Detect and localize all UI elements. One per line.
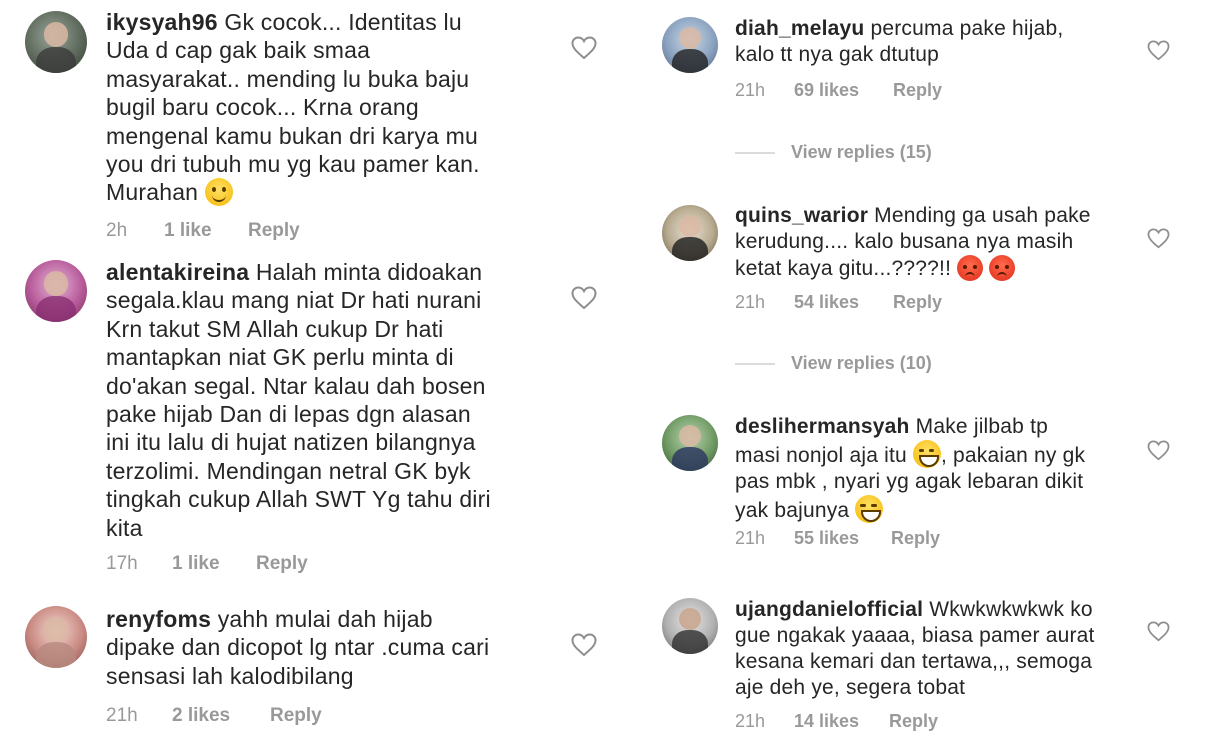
comment-meta: 21h 2 likes Reply	[106, 705, 322, 727]
likes-count[interactable]: 1 like	[172, 553, 256, 575]
angry-face-emoji-icon	[957, 255, 984, 281]
like-heart-icon[interactable]	[571, 286, 597, 310]
comment-text: ikysyah96 Gk cocok... Identitas lu Uda d…	[106, 8, 576, 207]
likes-count[interactable]: 2 likes	[172, 705, 270, 727]
timestamp[interactable]: 21h	[735, 80, 794, 101]
likes-count[interactable]: 55 likes	[794, 528, 891, 549]
avatar[interactable]	[25, 260, 87, 322]
reply-button[interactable]: Reply	[889, 711, 938, 732]
avatar[interactable]	[662, 17, 718, 73]
comment-meta: 21h 54 likes Reply	[735, 292, 942, 313]
likes-count[interactable]: 54 likes	[794, 292, 893, 313]
reply-button[interactable]: Reply	[270, 705, 322, 727]
username[interactable]: ikysyah96	[106, 9, 218, 35]
view-replies-button[interactable]: View replies (10)	[735, 353, 932, 374]
avatar-body	[672, 49, 708, 73]
comment-meta: 21h 69 likes Reply	[735, 80, 942, 101]
comment-meta: 21h 55 likes Reply	[735, 528, 940, 549]
comment-text: deslihermansyah Make jilbab tp masi nonj…	[735, 414, 1145, 524]
replies-divider	[735, 152, 775, 155]
comment-text: quins_warior Mending ga usah pake kerudu…	[735, 203, 1145, 282]
timestamp[interactable]: 21h	[106, 705, 172, 727]
avatar-face	[678, 215, 702, 238]
grinning-sweat-face-emoji-icon	[912, 440, 941, 468]
smiling-face-emoji-icon	[204, 178, 233, 207]
view-replies-label[interactable]: View replies (10)	[791, 353, 932, 373]
username[interactable]: quins_warior	[735, 204, 868, 227]
avatar[interactable]	[662, 598, 718, 654]
avatar-face	[678, 425, 702, 448]
avatar-body	[36, 641, 76, 668]
likes-count[interactable]: 14 likes	[794, 711, 889, 732]
username[interactable]: deslihermansyah	[735, 415, 910, 438]
avatar-face	[43, 22, 69, 47]
username[interactable]: diah_melayu	[735, 17, 864, 40]
avatar-face	[43, 271, 69, 296]
likes-count[interactable]: 69 likes	[794, 80, 893, 101]
comment-text: renyfoms yahh mulai dah hijab dipake dan…	[106, 605, 576, 690]
avatar-body	[36, 295, 76, 322]
avatar[interactable]	[25, 606, 87, 668]
reply-button[interactable]: Reply	[893, 80, 942, 101]
comment-body: Gk cocok... Identitas lu Uda d cap gak b…	[106, 9, 480, 206]
like-heart-icon[interactable]	[1147, 440, 1170, 461]
reply-button[interactable]: Reply	[891, 528, 940, 549]
replies-divider	[735, 363, 775, 366]
like-heart-icon[interactable]	[1147, 621, 1170, 642]
avatar[interactable]	[662, 205, 718, 261]
like-heart-icon[interactable]	[571, 633, 597, 657]
avatar[interactable]	[662, 415, 718, 471]
comment-text: ujangdanielofficial Wkwkwkwkwk ko gue ng…	[735, 597, 1145, 701]
like-heart-icon[interactable]	[1147, 228, 1170, 249]
timestamp[interactable]: 21h	[735, 528, 794, 549]
reply-button[interactable]: Reply	[893, 292, 942, 313]
avatar-face	[43, 617, 69, 642]
comment-text: diah_melayu percuma pake hijab, kalo tt …	[735, 16, 1145, 68]
comment-body: Halah minta didoakan segala.klau mang ni…	[106, 259, 491, 541]
timestamp[interactable]: 17h	[106, 553, 172, 575]
view-replies-label[interactable]: View replies (15)	[791, 142, 932, 162]
comment-meta: 2h 1 like Reply	[106, 220, 300, 242]
tears-of-joy-face-emoji-icon	[855, 495, 884, 523]
timestamp[interactable]: 21h	[735, 711, 794, 732]
likes-count[interactable]: 1 like	[164, 220, 248, 242]
avatar-body	[672, 630, 708, 654]
like-heart-icon[interactable]	[571, 36, 597, 60]
avatar-face	[678, 27, 702, 50]
avatar-body	[672, 447, 708, 471]
reply-button[interactable]: Reply	[256, 553, 308, 575]
avatar-body	[672, 237, 708, 261]
timestamp[interactable]: 2h	[106, 220, 164, 242]
comment-meta: 21h 14 likes Reply	[735, 711, 938, 732]
comment-text: alentakireina Halah minta didoakan segal…	[106, 258, 576, 542]
username[interactable]: ujangdanielofficial	[735, 598, 923, 621]
avatar[interactable]	[25, 11, 87, 73]
avatar-body	[36, 46, 76, 73]
like-heart-icon[interactable]	[1147, 40, 1170, 61]
username[interactable]: renyfoms	[106, 606, 211, 632]
comment-meta: 17h 1 like Reply	[106, 553, 308, 575]
username[interactable]: alentakireina	[106, 259, 249, 285]
reply-button[interactable]: Reply	[248, 220, 300, 242]
angry-face-emoji-icon	[989, 255, 1016, 281]
view-replies-button[interactable]: View replies (15)	[735, 142, 932, 163]
timestamp[interactable]: 21h	[735, 292, 794, 313]
avatar-face	[678, 608, 702, 631]
